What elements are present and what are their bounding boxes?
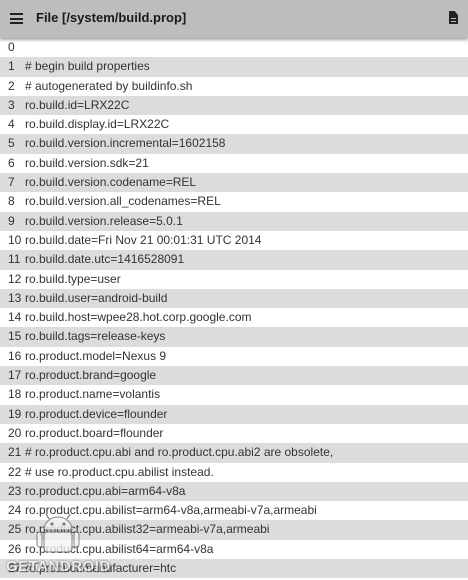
line-number: 5 (8, 136, 15, 151)
line-text: ro.build.version.release=5.0.1 (25, 213, 183, 228)
file-line-row[interactable]: 14 ro.build.host=wpee28.hot.corp.google.c… (0, 308, 468, 328)
line-number: 6 (8, 155, 15, 170)
file-line-row[interactable]: 19 ro.product.device=flounder (0, 404, 468, 424)
file-line-row[interactable]: 3 ro.build.id=LRX22C (0, 95, 468, 116)
line-text: ro.build.display.id=LRX22C (25, 117, 170, 132)
file-line-row[interactable]: 9 ro.build.version.release=5.0.1 (0, 211, 468, 231)
line-text: ro.product.cpu.abi=arm64-v8a (25, 483, 186, 498)
line-number: 9 (8, 213, 15, 228)
line-number: 23 (8, 483, 22, 498)
line-number: 0 (8, 40, 15, 54)
line-text: # autogenerated by buildinfo.sh (25, 78, 193, 93)
line-number: 3 (8, 97, 15, 112)
line-number: 12 (8, 271, 22, 286)
file-line-row[interactable]: 7 ro.build.version.codename=REL (0, 173, 468, 193)
watermark: GETANDROID (6, 512, 116, 578)
line-number: 17 (8, 368, 22, 383)
line-number: 22 (8, 464, 22, 479)
line-text: ro.build.date=Fri Nov 21 00:01:31 UTC 20… (25, 232, 262, 247)
file-line-row[interactable]: 21 # ro.product.cpu.abi and ro.product.cp… (0, 443, 468, 463)
line-text: # begin build properties (25, 59, 150, 74)
line-text: ro.product.brand=google (25, 368, 157, 383)
line-number: 21 (8, 445, 22, 460)
file-line-row[interactable]: 18 ro.product.name=volantis (0, 385, 468, 405)
file-line-row[interactable]: 4 ro.build.display.id=LRX22C (0, 115, 468, 135)
line-text: ro.product.board=flounder (25, 425, 164, 440)
line-text: ro.build.type=user (25, 271, 121, 286)
file-line-row[interactable]: 13 ro.build.user=android-build (0, 288, 468, 309)
line-text: ro.build.host=wpee28.hot.corp.google.com (25, 310, 252, 325)
watermark-text: GETANDROID (6, 558, 111, 575)
line-number: 1 (8, 59, 15, 74)
app-toolbar: File [/system/build.prop] (0, 0, 468, 38)
line-number: 14 (8, 310, 22, 325)
line-text: ro.product.device=flounder (25, 406, 168, 421)
line-number: 18 (8, 387, 22, 402)
line-text: ro.build.version.all_codenames=REL (25, 194, 221, 209)
line-text: ro.build.version.incremental=1602158 (25, 136, 226, 151)
file-line-row[interactable]: 10 ro.build.date=Fri Nov 21 00:01:31 UTC … (0, 230, 468, 251)
toolbar-title: File [/system/build.prop] (36, 10, 187, 25)
file-line-row[interactable]: 0 (0, 38, 468, 58)
android-robot-icon (36, 513, 80, 553)
file-line-row[interactable]: 16 ro.product.model=Nexus 9 (0, 346, 468, 367)
file-line-row[interactable]: 11 ro.build.date.utc=1416528091 (0, 250, 468, 270)
line-text: ro.build.version.sdk=21 (25, 155, 149, 170)
file-line-row[interactable]: 20 ro.product.board=flounder (0, 423, 468, 444)
file-line-row[interactable]: 23 ro.product.cpu.abi=arm64-v8a (0, 481, 468, 502)
line-text: ro.build.date.utc=1416528091 (25, 252, 185, 267)
line-text: ro.build.version.codename=REL (25, 175, 197, 190)
line-number: 13 (8, 290, 22, 305)
file-line-row[interactable]: 12 ro.build.type=user (0, 269, 468, 289)
line-number: 10 (8, 232, 22, 247)
line-number: 15 (8, 329, 22, 344)
line-text: ro.product.model=Nexus 9 (25, 348, 167, 363)
line-number: 7 (8, 175, 15, 190)
file-line-row[interactable]: 22 # use ro.product.cpu.abilist instead. (0, 462, 468, 482)
file-line-row[interactable]: 1 # begin build properties (0, 57, 468, 77)
file-content-list[interactable]: 0 1 # begin build properties 2 # autogenerat… (0, 38, 468, 580)
line-text: ro.product.name=volantis (25, 387, 161, 402)
line-number: 16 (8, 348, 22, 363)
line-text: ro.build.tags=release-keys (25, 329, 166, 344)
file-line-row[interactable]: 6 ro.build.version.sdk=21 (0, 153, 468, 174)
file-line-row[interactable]: 8 ro.build.version.all_codenames=REL (0, 192, 468, 212)
document-icon[interactable] (449, 11, 458, 24)
line-text: ro.build.id=LRX22C (25, 97, 130, 112)
line-number: 19 (8, 406, 22, 421)
line-text: # use ro.product.cpu.abilist instead. (25, 464, 214, 479)
line-text: ro.build.user=android-build (25, 290, 168, 305)
line-number: 8 (8, 194, 15, 209)
line-number: 11 (8, 252, 21, 267)
line-number: 4 (8, 117, 15, 132)
hamburger-menu-icon[interactable] (10, 13, 23, 24)
line-text: # ro.product.cpu.abi and ro.product.cpu.… (25, 445, 334, 460)
line-number: 20 (8, 425, 22, 440)
line-number: 2 (8, 78, 15, 93)
file-line-row[interactable]: 5 ro.build.version.incremental=1602158 (0, 134, 468, 154)
file-line-row[interactable]: 2 # autogenerated by buildinfo.sh (0, 76, 468, 96)
file-line-row[interactable]: 17 ro.product.brand=google (0, 366, 468, 386)
file-line-row[interactable]: 15 ro.build.tags=release-keys (0, 327, 468, 347)
